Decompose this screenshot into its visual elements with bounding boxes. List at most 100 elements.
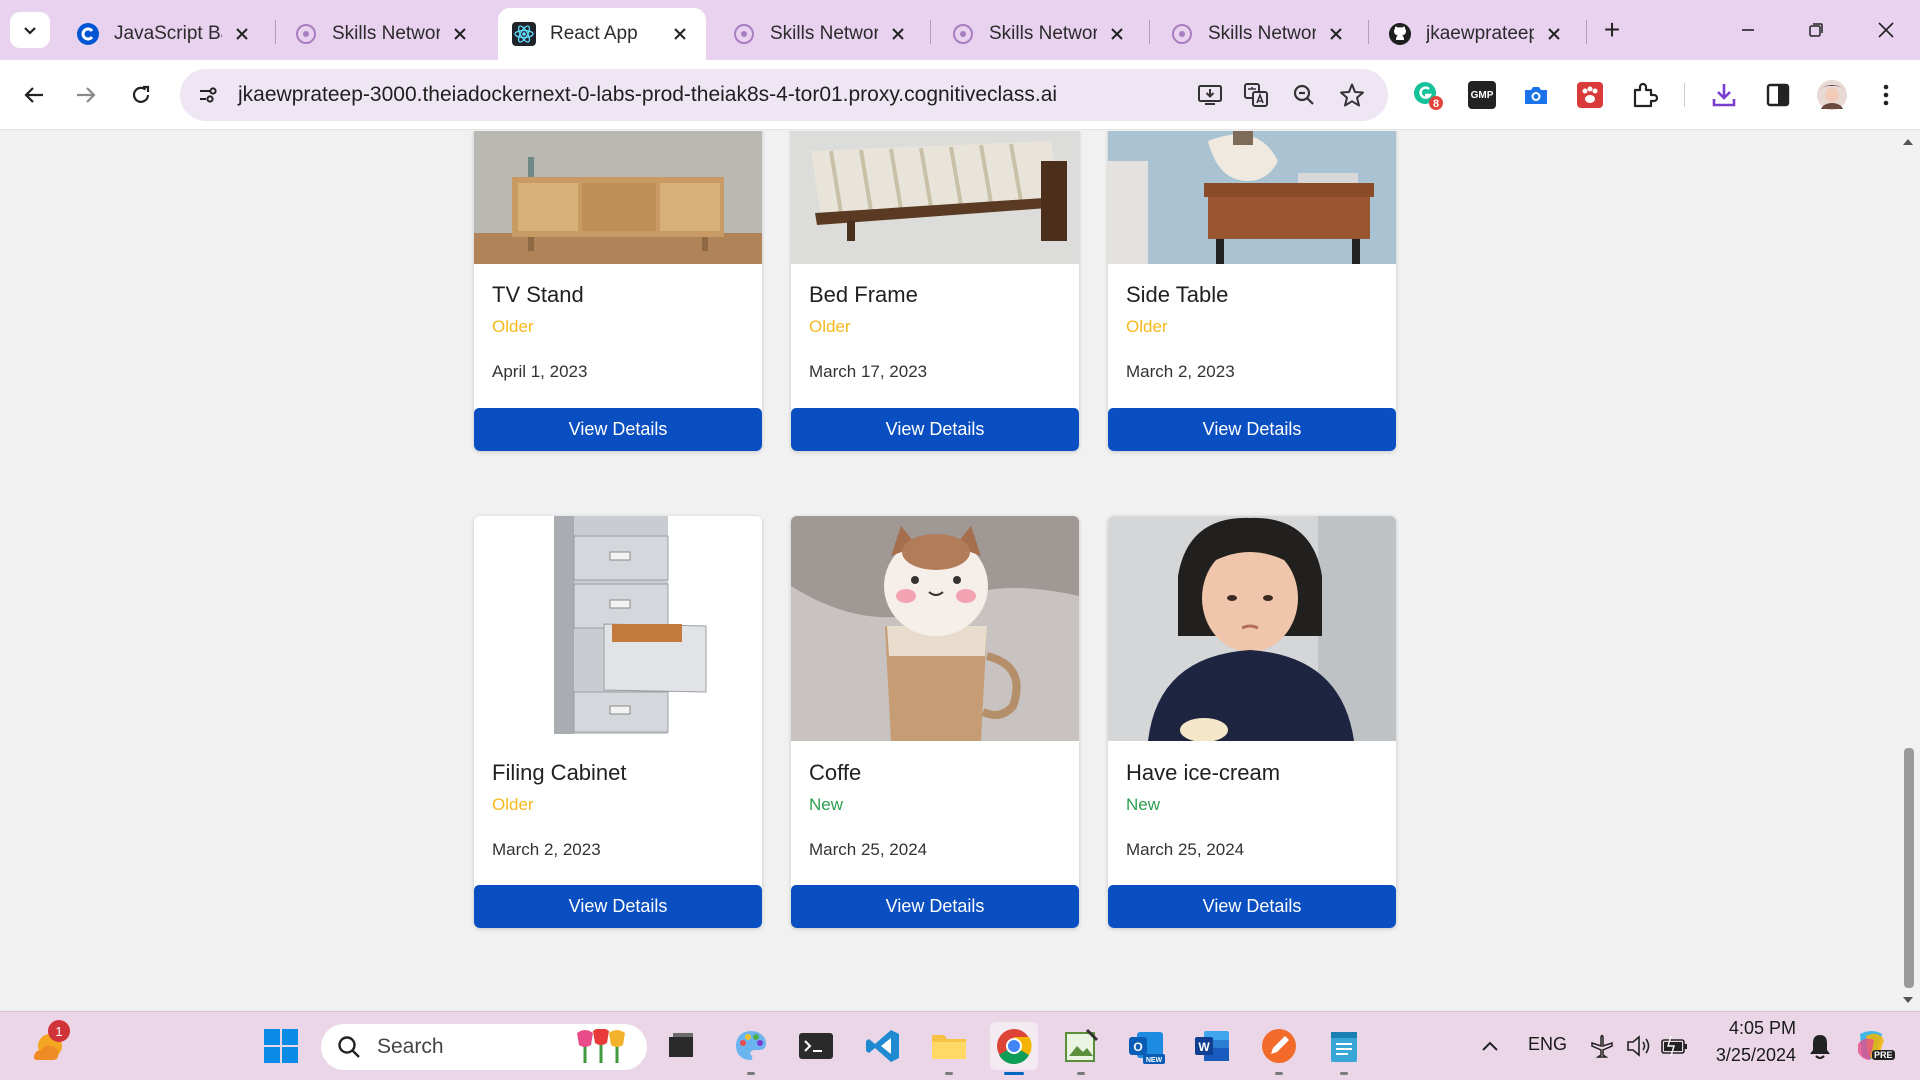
- product-card: Bed Frame Older March 17, 2023 View Deta…: [791, 131, 1079, 451]
- extensions-puzzle-icon[interactable]: [1624, 75, 1664, 115]
- taskbar-search[interactable]: Search: [321, 1024, 647, 1070]
- extension-badge: 8: [1433, 98, 1440, 110]
- page-content: TV Stand Older April 1, 2023 View Detail…: [0, 131, 1920, 1011]
- battery-icon[interactable]: [1650, 1022, 1698, 1070]
- browser-tab[interactable]: JavaScript Bac: [62, 8, 268, 60]
- camera-extension-icon[interactable]: [1516, 75, 1556, 115]
- close-icon[interactable]: [886, 22, 910, 46]
- browser-tab[interactable]: Skills Network: [280, 8, 486, 60]
- view-details-button[interactable]: View Details: [474, 885, 762, 928]
- view-details-button[interactable]: View Details: [791, 885, 1079, 928]
- product-card: Coffe New March 25, 2024 View Details: [791, 516, 1079, 928]
- minimize-button[interactable]: [1728, 10, 1768, 50]
- paint-app-icon[interactable]: [727, 1022, 775, 1075]
- install-app-icon[interactable]: [1190, 75, 1230, 115]
- close-icon[interactable]: [1324, 22, 1348, 46]
- skills-network-icon: [951, 22, 975, 46]
- pen-app-icon[interactable]: [1255, 1022, 1303, 1075]
- browser-tab[interactable]: Skills Network: [718, 8, 924, 60]
- site-settings-icon[interactable]: [188, 75, 228, 115]
- card-title: Coffe: [809, 760, 862, 785]
- chrome-app-icon[interactable]: [990, 1022, 1038, 1075]
- side-panel-icon[interactable]: [1758, 75, 1798, 115]
- close-window-button[interactable]: [1866, 10, 1906, 50]
- tab-title: jkaewprateep/: [1426, 23, 1534, 44]
- task-view-icon[interactable]: [657, 1022, 705, 1070]
- browser-tab[interactable]: Skills Network: [937, 8, 1143, 60]
- close-icon[interactable]: [230, 22, 254, 46]
- browser-tab[interactable]: Skills Network: [1156, 8, 1362, 60]
- view-details-button[interactable]: View Details: [1108, 408, 1396, 451]
- browser-tab-active[interactable]: React App: [498, 8, 706, 60]
- card-date: March 25, 2024: [809, 840, 928, 859]
- weather-widget-icon[interactable]: 1: [24, 1020, 72, 1070]
- back-button[interactable]: [14, 75, 54, 115]
- browser-tab[interactable]: jkaewprateep/: [1374, 8, 1580, 60]
- chevron-up-icon[interactable]: [1466, 1022, 1514, 1070]
- status-badge: Older: [492, 795, 534, 814]
- word-app-icon[interactable]: W: [1188, 1022, 1236, 1070]
- svg-text:NEW: NEW: [1146, 1057, 1163, 1064]
- close-icon[interactable]: [668, 22, 692, 46]
- image-editor-app-icon[interactable]: [1057, 1022, 1105, 1075]
- tab-title: React App: [550, 23, 638, 44]
- view-details-button[interactable]: View Details: [1108, 885, 1396, 928]
- more-options-icon[interactable]: [1866, 75, 1906, 115]
- react-icon: [512, 22, 536, 46]
- restore-button[interactable]: [1796, 10, 1836, 50]
- filing-cabinet-image: [474, 516, 762, 741]
- card-title: Filing Cabinet: [492, 760, 627, 785]
- card-title: Have ice-cream: [1126, 760, 1281, 785]
- notifications-icon[interactable]: [1796, 1022, 1844, 1070]
- clock-time[interactable]: 4:05 PM: [1726, 1018, 1796, 1039]
- notepad-app-icon[interactable]: [1320, 1022, 1368, 1075]
- scrollbar-thumb[interactable]: [1904, 748, 1914, 988]
- close-icon[interactable]: [448, 22, 472, 46]
- close-icon[interactable]: [1105, 22, 1129, 46]
- tab-search-button[interactable]: [10, 12, 50, 48]
- bed-frame-image: [791, 131, 1079, 264]
- forward-button[interactable]: [66, 75, 106, 115]
- product-card: Have ice-cream New March 25, 2024 View D…: [1108, 516, 1396, 928]
- language-indicator[interactable]: ENG: [1528, 1034, 1567, 1055]
- view-details-button[interactable]: View Details: [474, 408, 762, 451]
- paw-extension-icon[interactable]: [1570, 75, 1610, 115]
- page-scrollbar[interactable]: [1896, 131, 1920, 1011]
- tv-stand-image: [474, 131, 762, 264]
- scroll-up-icon[interactable]: [1902, 137, 1914, 147]
- bookmark-star-icon[interactable]: [1332, 75, 1372, 115]
- card-title: TV Stand: [492, 282, 584, 307]
- profile-avatar[interactable]: [1812, 75, 1852, 115]
- scroll-down-icon[interactable]: [1902, 995, 1914, 1005]
- gmp-extension-icon[interactable]: GMP: [1462, 75, 1502, 115]
- vscode-app-icon[interactable]: [859, 1022, 907, 1070]
- clock-date[interactable]: 3/25/2024: [1706, 1045, 1796, 1066]
- view-details-button[interactable]: View Details: [791, 408, 1079, 451]
- address-bar[interactable]: jkaewprateep-3000.theiadockernext-0-labs…: [180, 69, 1388, 121]
- close-icon[interactable]: [1542, 22, 1566, 46]
- restore-icon: [1809, 23, 1823, 37]
- translate-icon[interactable]: [1236, 75, 1276, 115]
- zoom-icon[interactable]: [1284, 75, 1324, 115]
- svg-text:W: W: [1198, 1040, 1210, 1054]
- copilot-icon[interactable]: PRE: [1848, 1022, 1896, 1070]
- file-explorer-icon[interactable]: [925, 1022, 973, 1075]
- start-button[interactable]: [257, 1022, 305, 1070]
- coffee-image: [791, 516, 1079, 741]
- product-card: Side Table Older March 2, 2023 View Deta…: [1108, 131, 1396, 451]
- reload-button[interactable]: [121, 75, 161, 115]
- tab-title: Skills Network: [989, 23, 1097, 44]
- new-tab-button[interactable]: +: [1592, 10, 1632, 50]
- outlook-new-app-icon[interactable]: O NEW: [1122, 1022, 1170, 1070]
- browser-toolbar: jkaewprateep-3000.theiadockernext-0-labs…: [0, 60, 1920, 130]
- tab-strip: JavaScript Bac Skills Network React App …: [0, 0, 1920, 60]
- grammarly-extension-icon[interactable]: 8: [1408, 75, 1448, 115]
- skills-network-icon: [294, 22, 318, 46]
- chevron-down-icon: [24, 27, 36, 35]
- status-badge: Older: [809, 317, 851, 336]
- preview-badge: PRE: [1872, 1050, 1895, 1060]
- terminal-app-icon[interactable]: [792, 1022, 840, 1070]
- side-table-image: [1108, 131, 1396, 264]
- status-badge: Older: [492, 317, 534, 336]
- download-icon[interactable]: [1704, 75, 1744, 115]
